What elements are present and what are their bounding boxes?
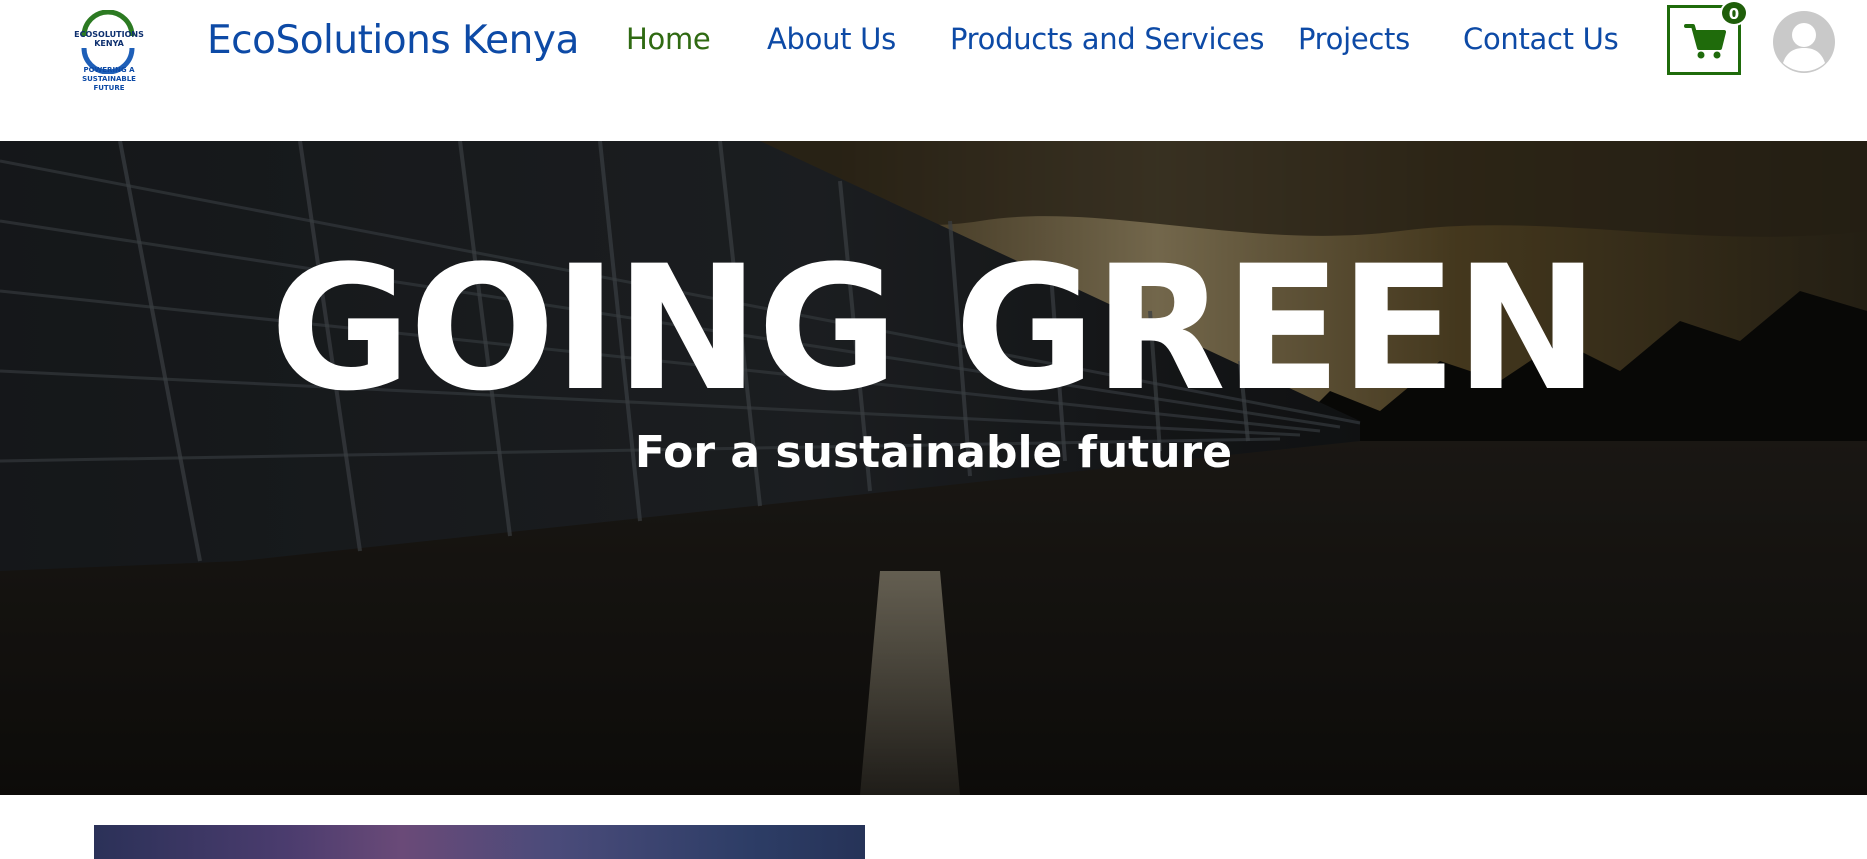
nav-home[interactable]: Home bbox=[626, 22, 711, 56]
hero-title: GOING GREEN bbox=[270, 228, 1599, 429]
cart-count-badge: 0 bbox=[1720, 0, 1748, 26]
nav-projects[interactable]: Projects bbox=[1298, 22, 1410, 56]
nav-about-us[interactable]: About Us bbox=[767, 22, 896, 56]
content-image bbox=[94, 825, 865, 859]
cart-icon bbox=[1684, 24, 1726, 59]
logo-tagline: POWERING A SUSTAINABLE FUTURE bbox=[82, 66, 136, 92]
nav-products-services[interactable]: Products and Services bbox=[950, 22, 1265, 56]
main-nav: Home About Us Products and Services Proj… bbox=[0, 22, 1867, 62]
nav-contact-us[interactable]: Contact Us bbox=[1463, 22, 1619, 56]
site-header: ECOSOLUTIONS KENYA POWERING A SUSTAINABL… bbox=[0, 0, 1867, 141]
user-avatar-icon[interactable] bbox=[1773, 11, 1835, 73]
hero-banner: GOING GREEN For a sustainable future bbox=[0, 141, 1867, 795]
hero-subtitle: For a sustainable future bbox=[634, 427, 1233, 478]
